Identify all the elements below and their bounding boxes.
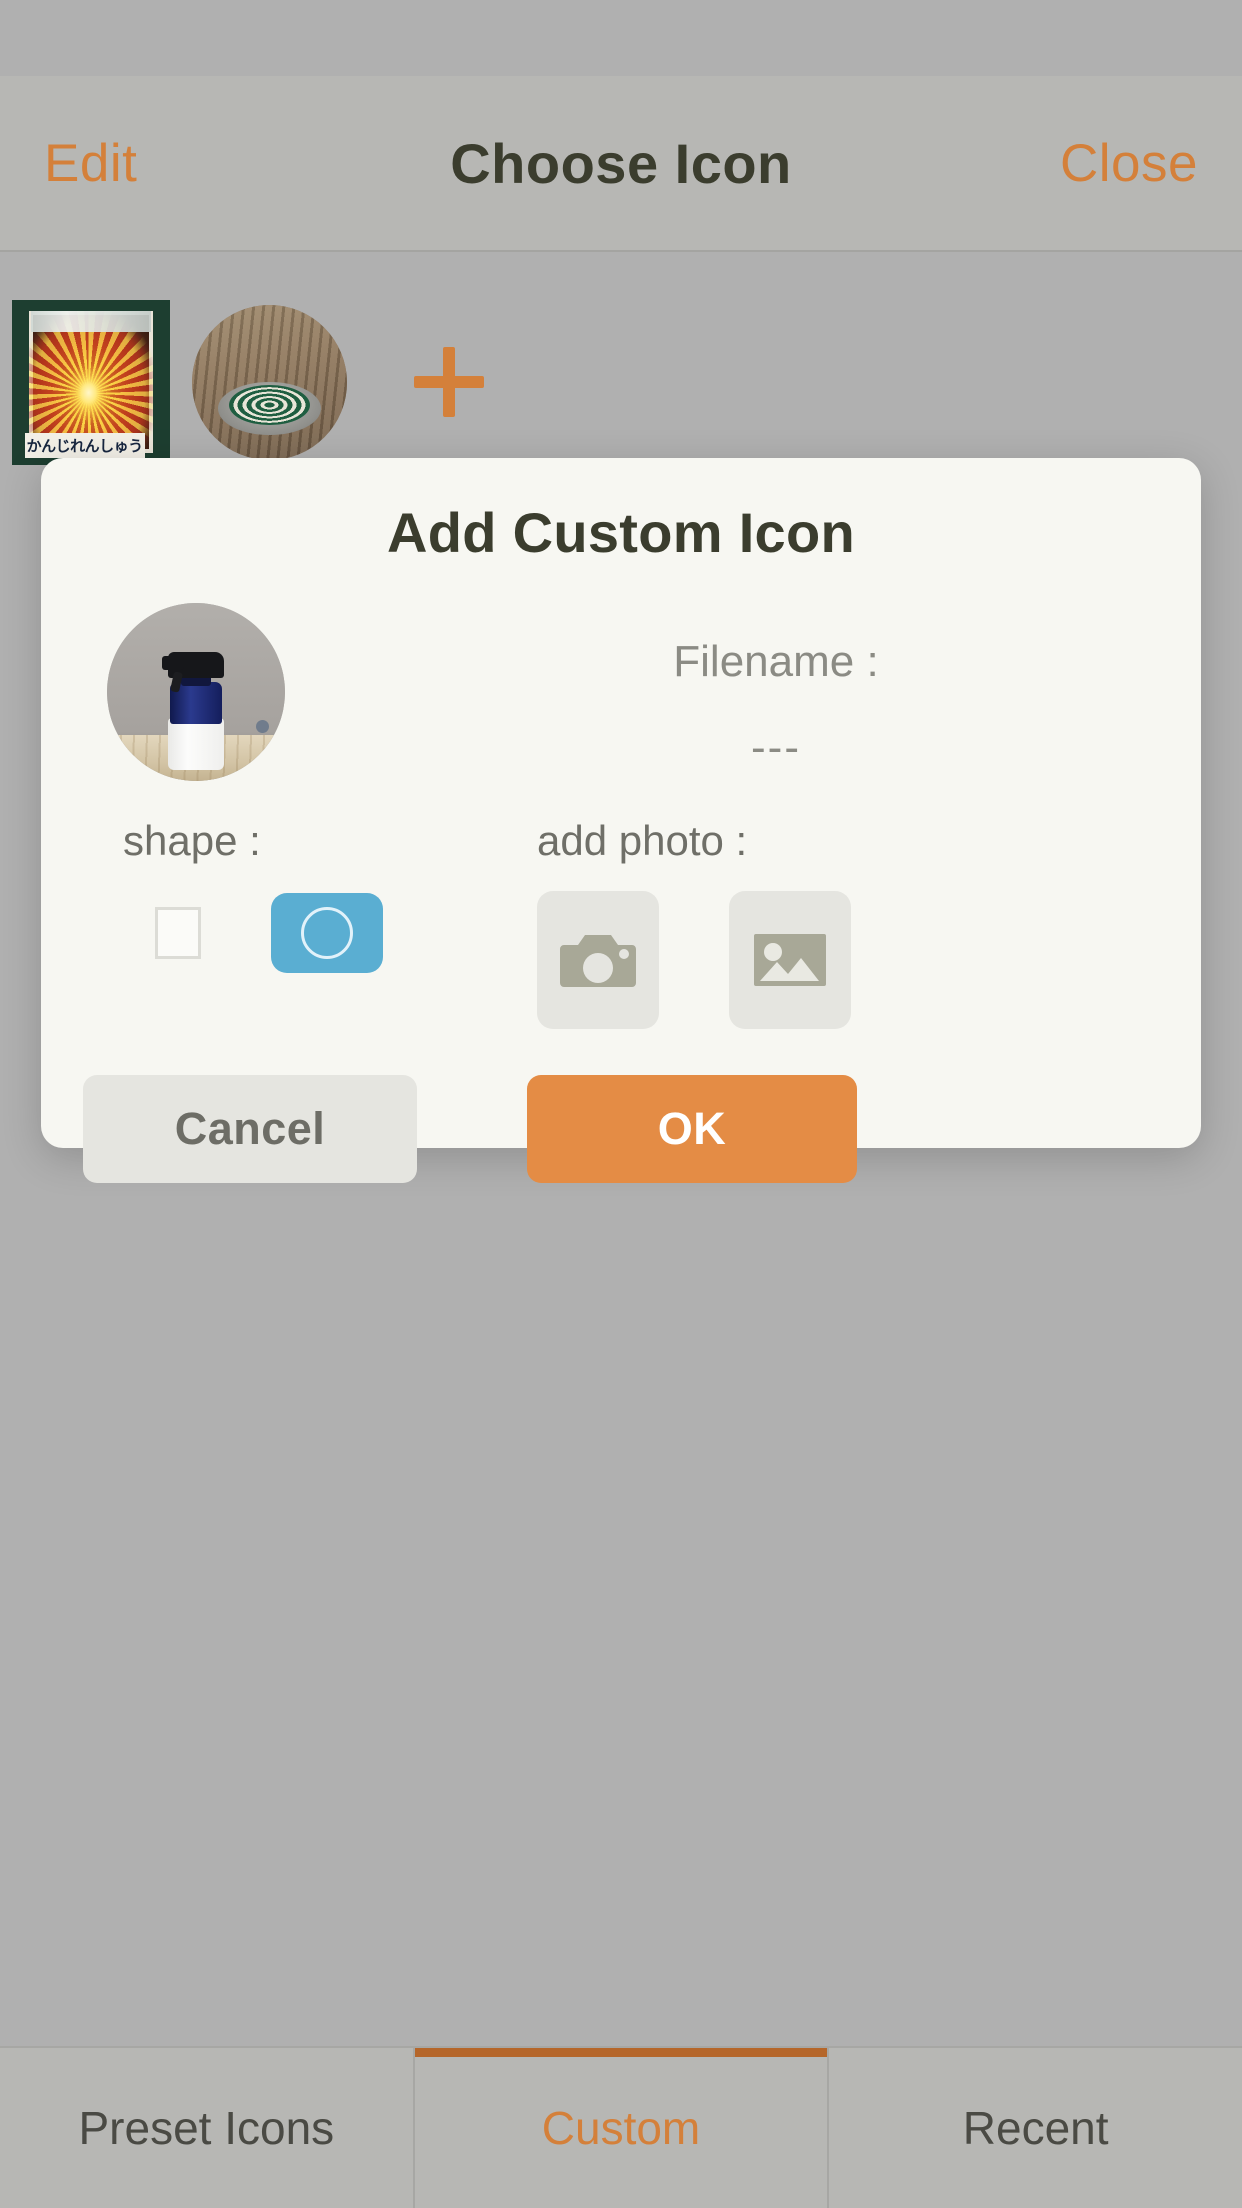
seed-packet-caption: かんじれんしゅう	[24, 433, 145, 458]
seed-packet-header-band	[30, 311, 152, 333]
add-custom-icon-button[interactable]	[369, 300, 529, 465]
add-photo-label: add photo :	[537, 817, 748, 864]
ok-button[interactable]: OK	[527, 1075, 857, 1183]
image-icon	[754, 934, 826, 986]
plus-icon	[414, 347, 484, 417]
bottle-label	[168, 718, 224, 771]
add-photo-option-group: add photo :	[537, 817, 851, 1029]
take-photo-button[interactable]	[537, 891, 659, 1029]
filename-block: Filename : ---	[285, 603, 1201, 781]
shape-option-square[interactable]	[123, 895, 233, 971]
add-photo-choices	[537, 891, 851, 1029]
cancel-button[interactable]: Cancel	[83, 1075, 417, 1183]
dialog-title: Add Custom Icon	[386, 501, 856, 564]
close-button[interactable]: Close	[1016, 133, 1242, 194]
shape-choices	[123, 893, 453, 973]
shape-option-circle[interactable]	[271, 893, 383, 973]
status-bar	[0, 0, 1242, 76]
icon-thumbnail-mosquito-coil[interactable]	[192, 304, 347, 460]
bottle-nozzle	[162, 656, 184, 671]
tab-custom[interactable]: Custom	[412, 2048, 828, 2208]
choose-from-gallery-button[interactable]	[729, 891, 851, 1029]
edit-button[interactable]: Edit	[0, 133, 181, 194]
camera-icon	[560, 935, 636, 987]
dialog-actions: Cancel OK	[41, 1075, 1201, 1183]
navigation-bar: Edit Choose Icon Close	[0, 76, 1242, 252]
tab-preset-icons[interactable]: Preset Icons	[0, 2048, 413, 2208]
add-custom-icon-dialog: Add Custom Icon Filename : --- shape: a…	[41, 458, 1201, 1183]
filename-value: ---	[751, 723, 801, 772]
preview-background-object	[255, 719, 269, 733]
filename-label: Filename :	[673, 637, 879, 686]
options-row: shape : add photo :	[41, 817, 1201, 1029]
shape-label: shape :	[123, 817, 261, 864]
preview-spray-bottle	[162, 652, 228, 771]
shape-option-group: shape :	[123, 817, 453, 1029]
seed-packet-caption-text: かんじれんしゅう	[26, 438, 144, 456]
app-screen: Edit Choose Icon Close かんじれんしゅう Add Cust…	[0, 0, 1242, 2208]
icon-thumbnail-seed-packet[interactable]: かんじれんしゅう	[12, 299, 170, 465]
square-icon	[155, 907, 201, 959]
circle-icon	[301, 907, 353, 959]
preview-row: Filename : ---	[41, 603, 1201, 781]
tab-recent[interactable]: Recent	[827, 2048, 1242, 2208]
bottom-tab-bar: Preset Icons Custom Recent	[0, 2046, 1242, 2208]
icon-preview-avatar[interactable]	[107, 603, 285, 781]
coil-spiral	[229, 385, 310, 426]
